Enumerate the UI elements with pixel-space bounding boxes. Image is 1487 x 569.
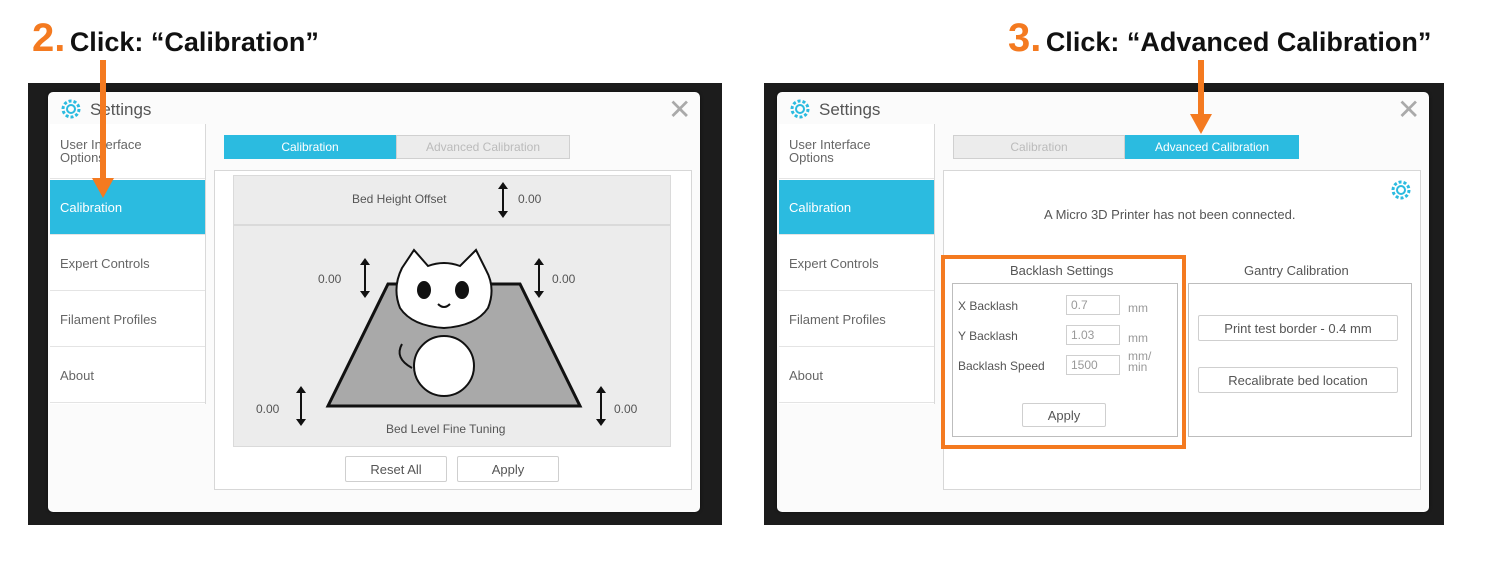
callout-arrow-head: [1190, 114, 1212, 134]
sidebar: User Interface Options Calibration Exper…: [779, 124, 935, 404]
print-test-border-button[interactable]: Print test border - 0.4 mm: [1198, 315, 1398, 341]
tab-calibration[interactable]: Calibration: [224, 135, 396, 159]
close-icon[interactable]: ✕: [668, 96, 691, 124]
bottom-right-offset-value: 0.00: [614, 402, 638, 416]
advanced-settings-gear-icon[interactable]: [1390, 179, 1412, 201]
gantry-calibration-box: [1188, 283, 1412, 437]
sidebar-item-filament-profiles[interactable]: Filament Profiles: [50, 292, 205, 347]
step-number: 3.: [1008, 16, 1042, 60]
top-left-offset-value: 0.00: [318, 272, 342, 286]
bed-level-area: 0.00 0.00 0.00 0.00 Bed Level Fine Tunin…: [233, 225, 671, 447]
step-3-callout: 3. Click: “Advanced Calibration”: [1008, 18, 1431, 58]
backlash-highlight-box: [941, 255, 1186, 449]
tab-calibration[interactable]: Calibration: [953, 135, 1125, 159]
tab-bar: Calibration Advanced Calibration: [224, 135, 570, 159]
sidebar-item-expert-controls[interactable]: Expert Controls: [779, 236, 934, 291]
bed-height-offset-row: Bed Height Offset 0.00: [233, 175, 671, 225]
sidebar-item-label: Filament Profiles: [60, 311, 157, 327]
sidebar-item-label: About: [789, 367, 823, 383]
up-down-arrows-icon[interactable]: [294, 384, 308, 433]
gantry-calibration-heading: Gantry Calibration: [1244, 263, 1349, 278]
sidebar-item-calibration[interactable]: Calibration: [50, 180, 205, 235]
tab-advanced-calibration[interactable]: Advanced Calibration: [396, 135, 570, 159]
up-down-arrows-icon[interactable]: [594, 384, 608, 433]
sidebar-item-about[interactable]: About: [50, 348, 205, 403]
up-down-arrows-icon[interactable]: [532, 256, 546, 305]
sidebar-item-label: Calibration: [60, 199, 123, 215]
step-number: 2.: [32, 16, 66, 60]
bed-height-offset-label: Bed Height Offset: [352, 192, 447, 206]
step-instruction: Click: “Calibration”: [69, 27, 319, 57]
sidebar-item-label: User Interface Options: [789, 137, 871, 165]
settings-gear-icon: [789, 98, 811, 120]
reset-all-button[interactable]: Reset All: [345, 456, 447, 482]
tab-advanced-calibration[interactable]: Advanced Calibration: [1125, 135, 1299, 159]
bed-height-offset-value: 0.00: [518, 192, 542, 206]
sidebar-item-label: About: [60, 367, 94, 383]
step-instruction: Click: “Advanced Calibration”: [1045, 27, 1432, 57]
close-icon[interactable]: ✕: [1397, 96, 1420, 124]
calibration-panel: Bed Height Offset 0.00 0.00 0.00 0.00 0.…: [214, 170, 692, 490]
fine-tuning-label: Bed Level Fine Tuning: [386, 422, 506, 436]
cat-mascot-icon: [395, 248, 493, 397]
top-right-offset-value: 0.00: [552, 272, 576, 286]
sidebar-item-expert-controls[interactable]: Expert Controls: [50, 236, 205, 291]
not-connected-message: A Micro 3D Printer has not been connecte…: [1044, 207, 1296, 222]
up-down-arrows-icon[interactable]: [358, 256, 372, 305]
callout-arrow: [100, 60, 106, 182]
recalibrate-bed-location-button[interactable]: Recalibrate bed location: [1198, 367, 1398, 393]
step-2-callout: 2. Click: “Calibration”: [32, 18, 319, 58]
sidebar-item-calibration[interactable]: Calibration: [779, 180, 934, 235]
dialog-title: Settings: [819, 100, 881, 119]
tab-bar: Calibration Advanced Calibration: [953, 135, 1299, 159]
sidebar: User Interface Options Calibration Exper…: [50, 124, 206, 404]
sidebar-item-label: Expert Controls: [60, 255, 150, 271]
sidebar-item-filament-profiles[interactable]: Filament Profiles: [779, 292, 934, 347]
bottom-left-offset-value: 0.00: [256, 402, 280, 416]
apply-button[interactable]: Apply: [457, 456, 559, 482]
settings-gear-icon: [60, 98, 82, 120]
left-settings-dialog: Settings ✕ User Interface Options Calibr…: [48, 92, 700, 512]
sidebar-item-about[interactable]: About: [779, 348, 934, 403]
sidebar-item-label: Expert Controls: [789, 255, 879, 271]
sidebar-item-user-interface[interactable]: User Interface Options: [50, 124, 205, 179]
sidebar-item-user-interface[interactable]: User Interface Options: [779, 124, 934, 179]
up-down-arrows-icon[interactable]: [496, 180, 510, 220]
sidebar-item-label: Filament Profiles: [789, 311, 886, 327]
callout-arrow-head: [92, 178, 114, 198]
sidebar-item-label: Calibration: [789, 199, 852, 215]
callout-arrow: [1198, 60, 1204, 118]
